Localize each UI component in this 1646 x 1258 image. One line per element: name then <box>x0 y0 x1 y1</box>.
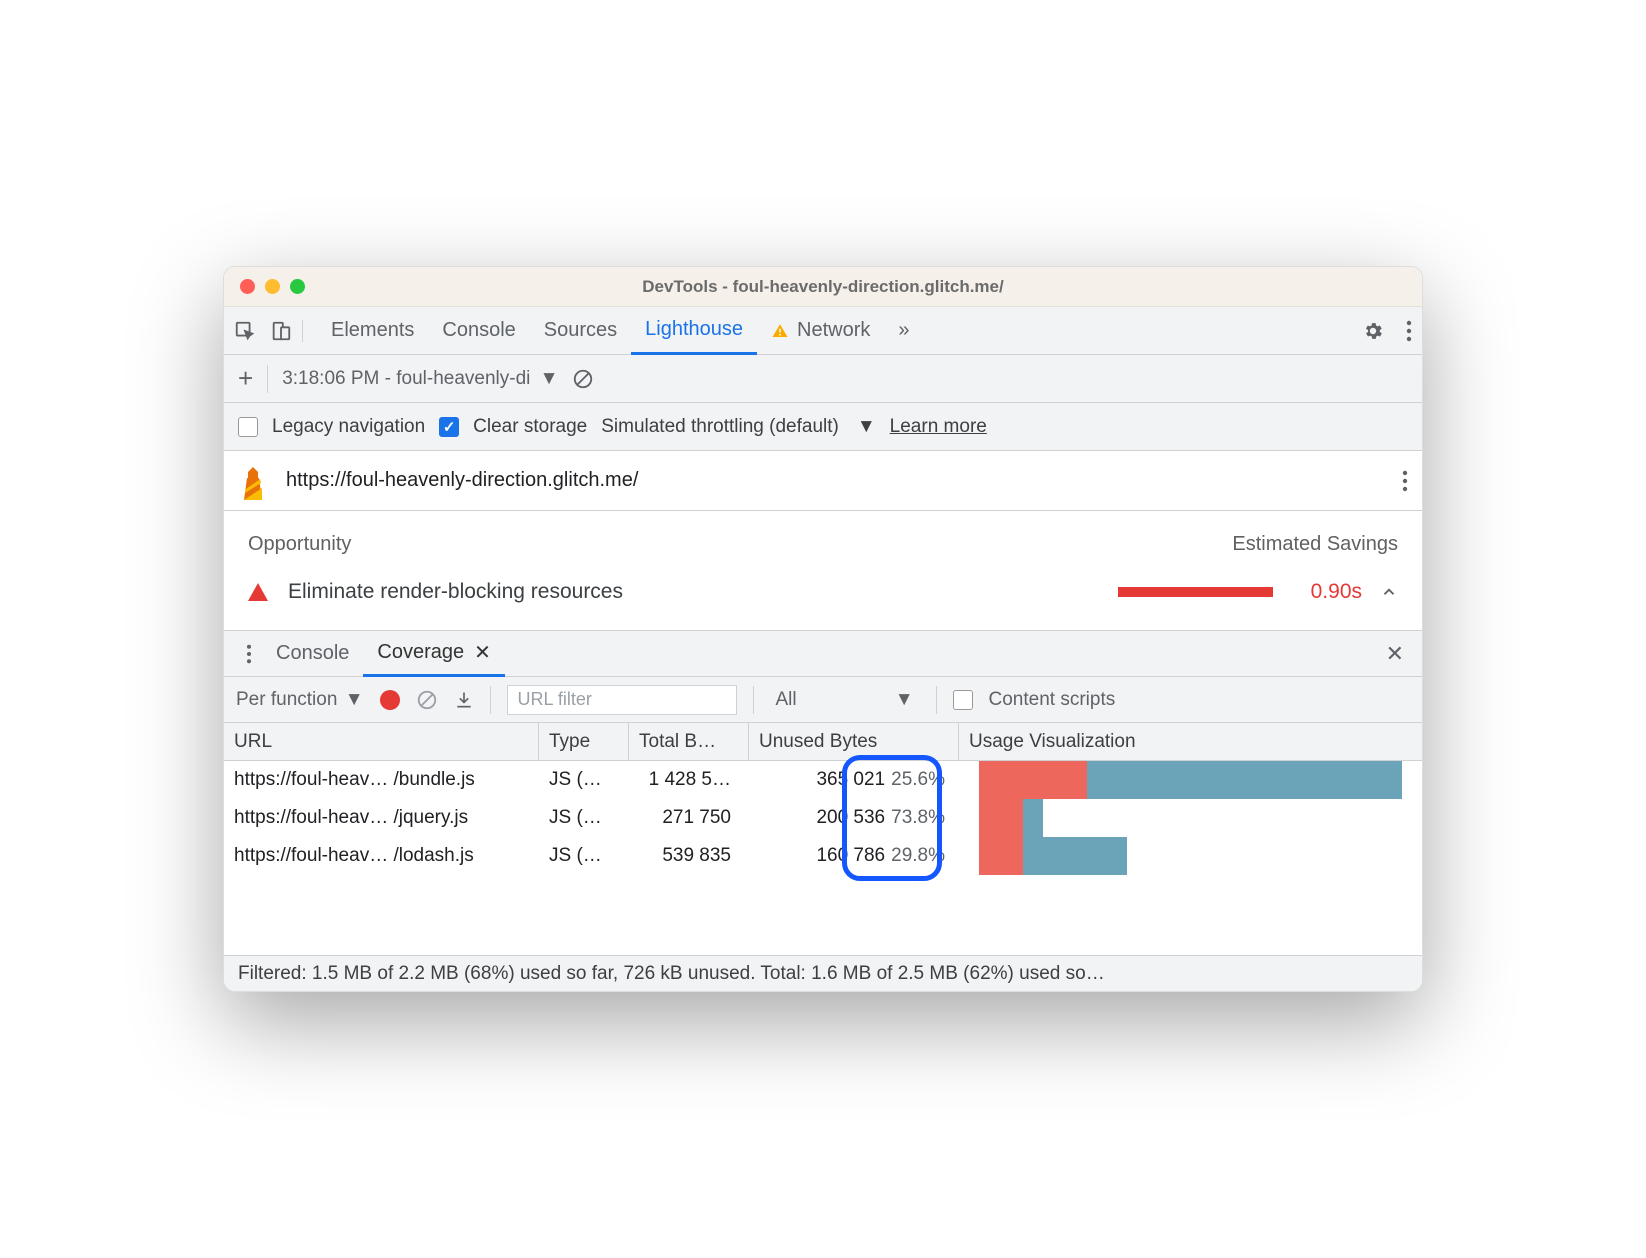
lighthouse-toolbar-1: + 3:18:06 PM - foul-heavenly-di ▼ <box>224 355 1422 403</box>
opportunity-row[interactable]: Eliminate render-blocking resources 0.90… <box>224 566 1422 631</box>
inspect-icon[interactable] <box>234 320 256 342</box>
cell-viz <box>959 837 1422 875</box>
device-toolbar-icon[interactable] <box>270 320 292 342</box>
coverage-mode-label: Per function <box>236 689 337 710</box>
type-filter-label: All <box>776 689 797 711</box>
clear-icon[interactable] <box>572 368 594 390</box>
tab-sources[interactable]: Sources <box>530 307 631 355</box>
record-button[interactable] <box>380 690 400 710</box>
coverage-status: Filtered: 1.5 MB of 2.2 MB (68%) used so… <box>224 955 1422 991</box>
cell-unused: 200 536 73.8% <box>749 799 959 837</box>
fail-triangle-icon <box>248 583 268 601</box>
drawer-tab-console[interactable]: Console <box>262 631 363 677</box>
cell-viz <box>959 761 1422 799</box>
report-menu-icon[interactable] <box>1402 470 1408 492</box>
clear-coverage-icon[interactable] <box>416 689 438 711</box>
titlebar: DevTools - foul-heavenly-direction.glitc… <box>224 267 1422 307</box>
settings-icon[interactable] <box>1362 320 1384 342</box>
tab-elements[interactable]: Elements <box>317 307 428 355</box>
cell-unused: 160 786 29.8% <box>749 837 959 875</box>
legacy-navigation-label: Legacy navigation <box>272 416 425 438</box>
minimize-window-button[interactable] <box>265 279 280 294</box>
col-total[interactable]: Total B… <box>629 723 749 760</box>
url-filter-placeholder: URL filter <box>518 689 592 710</box>
report-selector-label: 3:18:06 PM - foul-heavenly-di <box>282 368 530 389</box>
table-row[interactable]: https://foul-heav… /lodash.jsJS (…539 83… <box>224 837 1422 875</box>
cell-total: 1 428 5… <box>629 761 749 799</box>
drawer-tab-coverage[interactable]: Coverage ✕ <box>363 631 504 677</box>
opportunity-bar <box>1118 587 1273 597</box>
cell-url: https://foul-heav… /bundle.js <box>224 761 539 799</box>
table-body: https://foul-heav… /bundle.jsJS (…1 428 … <box>224 761 1422 955</box>
zoom-window-button[interactable] <box>290 279 305 294</box>
cell-type: JS (… <box>539 837 629 875</box>
tab-network-label: Network <box>797 319 870 342</box>
table-row[interactable]: https://foul-heav… /bundle.jsJS (…1 428 … <box>224 761 1422 799</box>
savings-heading: Estimated Savings <box>1232 533 1398 556</box>
warning-icon <box>771 322 789 340</box>
coverage-toolbar: Per function ▼ URL filter All ▼ Content … <box>224 677 1422 723</box>
col-viz[interactable]: Usage Visualization <box>959 723 1422 760</box>
tab-console[interactable]: Console <box>428 307 529 355</box>
chevron-up-icon <box>1380 583 1398 601</box>
opportunity-header: Opportunity Estimated Savings <box>224 511 1422 566</box>
clear-storage-checkbox[interactable] <box>439 417 459 437</box>
opportunity-heading: Opportunity <box>248 533 351 556</box>
report-url-row: https://foul-heavenly-direction.glitch.m… <box>224 451 1422 511</box>
table-header: URL Type Total B… Unused Bytes Usage Vis… <box>224 723 1422 761</box>
drawer-tabs: Console Coverage ✕ ✕ <box>224 631 1422 677</box>
cell-unused: 365 021 25.6% <box>749 761 959 799</box>
cell-total: 539 835 <box>629 837 749 875</box>
throttling-selector[interactable]: Simulated throttling (default) <box>601 416 839 438</box>
more-icon[interactable] <box>1406 320 1412 342</box>
clear-storage-label: Clear storage <box>473 416 587 438</box>
window-title: DevTools - foul-heavenly-direction.glitc… <box>224 277 1422 297</box>
tabs-overflow[interactable]: » <box>884 307 923 355</box>
learn-more-link[interactable]: Learn more <box>890 416 987 438</box>
new-report-button[interactable]: + <box>238 363 253 394</box>
cell-viz <box>959 799 1422 837</box>
export-icon[interactable] <box>454 690 474 710</box>
col-url[interactable]: URL <box>224 723 539 760</box>
drawer-close-icon[interactable]: ✕ <box>1386 641 1410 667</box>
drawer-tab-coverage-label: Coverage <box>377 641 464 664</box>
cell-type: JS (… <box>539 761 629 799</box>
report-url: https://foul-heavenly-direction.glitch.m… <box>286 469 638 492</box>
url-filter-input[interactable]: URL filter <box>507 685 737 715</box>
col-type[interactable]: Type <box>539 723 629 760</box>
type-filter-select[interactable]: All ▼ <box>770 689 920 711</box>
lighthouse-toolbar-2: Legacy navigation Clear storage Simulate… <box>224 403 1422 451</box>
drawer-menu-icon[interactable] <box>236 644 262 664</box>
close-window-button[interactable] <box>240 279 255 294</box>
cell-type: JS (… <box>539 799 629 837</box>
throttling-label: Simulated throttling (default) <box>601 416 839 437</box>
col-unused[interactable]: Unused Bytes <box>749 723 959 760</box>
tab-lighthouse[interactable]: Lighthouse <box>631 307 757 355</box>
cell-url: https://foul-heav… /jquery.js <box>224 799 539 837</box>
report-selector[interactable]: 3:18:06 PM - foul-heavenly-di ▼ <box>282 368 558 390</box>
devtools-tab-strip: Elements Console Sources Lighthouse Netw… <box>224 307 1422 355</box>
devtools-window: DevTools - foul-heavenly-direction.glitc… <box>223 266 1423 992</box>
cell-total: 271 750 <box>629 799 749 837</box>
lighthouse-icon <box>238 466 268 496</box>
content-scripts-checkbox[interactable] <box>953 690 973 710</box>
table-row[interactable]: https://foul-heav… /jquery.jsJS (…271 75… <box>224 799 1422 837</box>
tab-network[interactable]: Network <box>757 307 884 355</box>
opportunity-value: 0.90s <box>1311 580 1362 604</box>
coverage-table: URL Type Total B… Unused Bytes Usage Vis… <box>224 723 1422 955</box>
cell-url: https://foul-heav… /lodash.js <box>224 837 539 875</box>
legacy-navigation-checkbox[interactable] <box>238 417 258 437</box>
content-scripts-label: Content scripts <box>989 689 1116 711</box>
close-tab-icon[interactable]: ✕ <box>474 640 491 665</box>
coverage-mode-selector[interactable]: Per function ▼ <box>236 689 364 711</box>
traffic-lights <box>224 279 305 294</box>
opportunity-title: Eliminate render-blocking resources <box>288 580 1118 604</box>
